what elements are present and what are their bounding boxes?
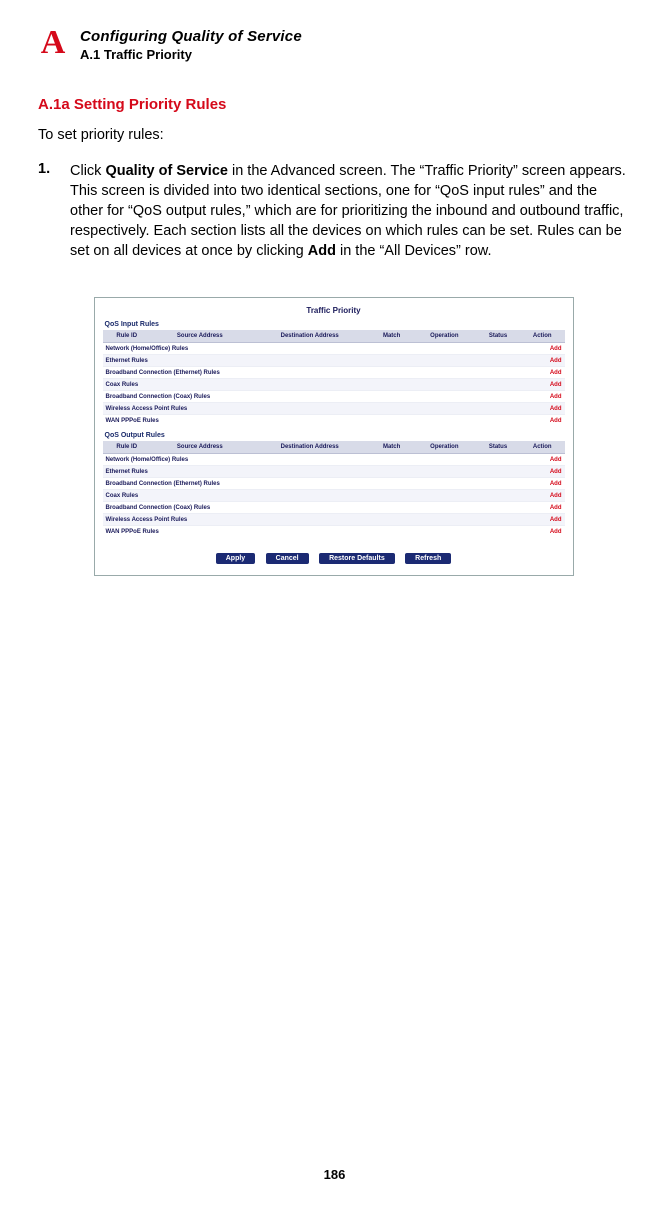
- col-rule: Rule ID: [103, 330, 151, 343]
- add-link[interactable]: Add: [520, 526, 565, 538]
- table-row: Broadband Connection (Ethernet) Rules: [103, 367, 520, 379]
- restore-defaults-button[interactable]: Restore Defaults: [319, 553, 395, 564]
- output-rules-label: QoS Output Rules: [105, 432, 565, 439]
- table-row: Wireless Access Point Rules: [103, 514, 520, 526]
- appendix-letter: A: [38, 26, 68, 60]
- figure-title: Traffic Priority: [103, 306, 565, 315]
- table-row: Broadband Connection (Ethernet) Rules: [103, 478, 520, 490]
- header-text-block: Configuring Quality of Service A.1 Traff…: [80, 26, 302, 62]
- col-oper: Operation: [413, 441, 477, 454]
- cancel-button[interactable]: Cancel: [266, 553, 309, 564]
- chapter-subtitle: A.1 Traffic Priority: [80, 47, 302, 62]
- table-row: WAN PPPoE Rules: [103, 415, 520, 427]
- col-rule: Rule ID: [103, 441, 151, 454]
- col-src: Source Address: [151, 330, 249, 343]
- col-action: Action: [520, 441, 565, 454]
- add-link[interactable]: Add: [520, 454, 565, 466]
- chapter-title: Configuring Quality of Service: [80, 28, 302, 45]
- section-heading: A.1a Setting Priority Rules: [38, 96, 629, 113]
- add-link[interactable]: Add: [520, 343, 565, 355]
- add-link[interactable]: Add: [520, 502, 565, 514]
- col-status: Status: [476, 330, 520, 343]
- table-row: Broadband Connection (Coax) Rules: [103, 502, 520, 514]
- table-row: Ethernet Rules: [103, 466, 520, 478]
- page-number: 186: [0, 1167, 669, 1182]
- col-status: Status: [476, 441, 520, 454]
- col-action: Action: [520, 330, 565, 343]
- step-text-post: in the “All Devices” row.: [336, 243, 492, 259]
- table-row: Broadband Connection (Coax) Rules: [103, 391, 520, 403]
- step-bold-2: Add: [308, 243, 336, 259]
- add-link[interactable]: Add: [520, 379, 565, 391]
- col-oper: Operation: [413, 330, 477, 343]
- col-match: Match: [371, 330, 413, 343]
- add-link[interactable]: Add: [520, 514, 565, 526]
- table-row: Wireless Access Point Rules: [103, 403, 520, 415]
- add-link[interactable]: Add: [520, 478, 565, 490]
- col-src: Source Address: [151, 441, 249, 454]
- table-row: Coax Rules: [103, 490, 520, 502]
- col-match: Match: [371, 441, 413, 454]
- intro-line: To set priority rules:: [38, 127, 629, 143]
- add-link[interactable]: Add: [520, 466, 565, 478]
- figure-button-row: Apply Cancel Restore Defaults Refresh: [103, 547, 565, 565]
- table-row: Network (Home/Office) Rules: [103, 343, 520, 355]
- add-link[interactable]: Add: [520, 415, 565, 427]
- table-row: WAN PPPoE Rules: [103, 526, 520, 538]
- output-rules-table: Rule ID Source Address Destination Addre…: [103, 441, 565, 537]
- col-dst: Destination Address: [249, 330, 371, 343]
- add-link[interactable]: Add: [520, 391, 565, 403]
- add-link[interactable]: Add: [520, 403, 565, 415]
- step-body: Click Quality of Service in the Advanced…: [70, 161, 629, 261]
- add-link[interactable]: Add: [520, 355, 565, 367]
- table-row: Coax Rules: [103, 379, 520, 391]
- table-row: Ethernet Rules: [103, 355, 520, 367]
- refresh-button[interactable]: Refresh: [405, 553, 451, 564]
- step-1: 1. Click Quality of Service in the Advan…: [38, 161, 629, 261]
- add-link[interactable]: Add: [520, 490, 565, 502]
- table-row: Network (Home/Office) Rules: [103, 454, 520, 466]
- traffic-priority-figure: Traffic Priority QoS Input Rules Rule ID…: [94, 297, 574, 576]
- input-rules-table: Rule ID Source Address Destination Addre…: [103, 330, 565, 426]
- running-header: A Configuring Quality of Service A.1 Tra…: [38, 26, 629, 62]
- step-text-pre: Click: [70, 163, 105, 179]
- add-link[interactable]: Add: [520, 367, 565, 379]
- apply-button[interactable]: Apply: [216, 553, 255, 564]
- step-bold-1: Quality of Service: [105, 163, 228, 179]
- col-dst: Destination Address: [249, 441, 371, 454]
- step-number: 1.: [38, 161, 60, 261]
- input-rules-label: QoS Input Rules: [105, 321, 565, 328]
